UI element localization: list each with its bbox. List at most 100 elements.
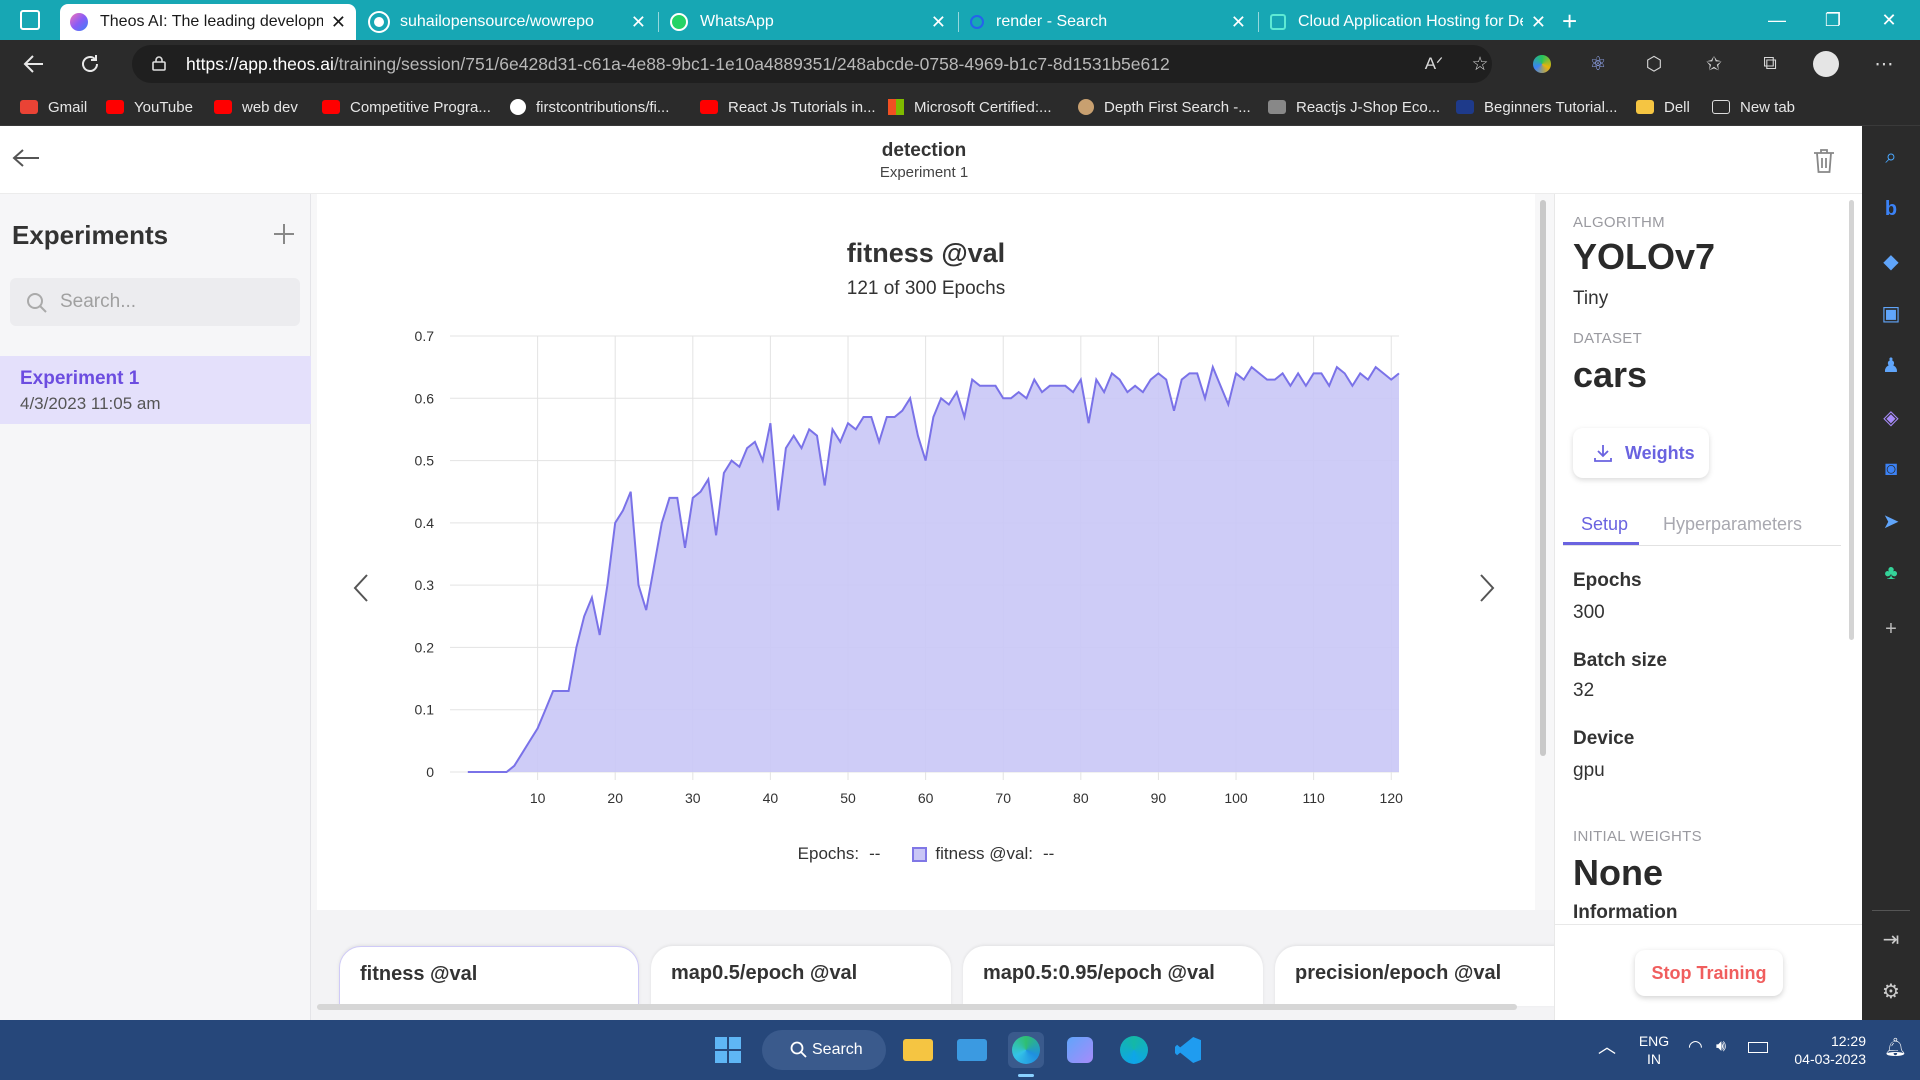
extension-react-icon[interactable]: ⚛ [1584,50,1612,78]
bookmark-gmail[interactable]: Gmail [20,96,87,118]
bookmark-web-dev[interactable]: web dev [214,96,298,118]
games-icon[interactable]: ♟ [1878,352,1904,378]
bing-icon[interactable]: b [1878,196,1904,222]
bookmark-competitive-programming[interactable]: Competitive Progra... [322,96,491,118]
search-icon[interactable]: ⌕ [1878,144,1904,170]
site-icon [1268,100,1286,114]
close-tab-icon[interactable]: ✕ [631,12,646,33]
taskbar-search-button[interactable]: Search [762,1030,886,1070]
volume-icon[interactable]: 🔊︎ [1716,1038,1726,1056]
edge-dev-icon[interactable] [1116,1032,1152,1068]
close-tab-icon[interactable]: ✕ [1231,12,1246,33]
reload-icon [82,55,98,72]
page-subtitle: Experiment 1 [879,164,969,181]
next-chart-button[interactable] [1471,564,1503,612]
details-scrollbar[interactable] [1849,200,1854,640]
search-icon [790,1041,807,1058]
close-tab-icon[interactable]: ✕ [1531,12,1546,33]
bookmark-firstcontributions[interactable]: firstcontributions/fi... [510,96,669,118]
bookmark-dfs[interactable]: Depth First Search -... [1078,96,1251,118]
address-toolbar: https://app.theos.ai/training/session/75… [0,40,1920,88]
dataset-label: DATASET [1573,330,1643,347]
field-value: gpu [1573,760,1605,781]
bookmark-folder-dell[interactable]: Dell [1636,96,1690,118]
tab-render-search[interactable]: render - Search ✕ [960,4,1256,40]
notifications-icon[interactable]: 🔔︎ [1884,1038,1907,1056]
copilot-icon[interactable] [1062,1032,1098,1068]
experiment-search-input[interactable] [10,278,300,326]
extension-colorful-icon[interactable] [1528,50,1556,78]
extensions-icon[interactable]: ⬡ [1640,50,1668,78]
chart-tab-precision[interactable]: precision/epoch @val [1275,946,1554,1006]
close-tab-icon[interactable]: ✕ [331,12,346,33]
read-aloud-icon[interactable]: Aᐟ [1420,50,1448,78]
chart-tab-map05-095[interactable]: map0.5:0.95/epoch @val [963,946,1263,1006]
previous-chart-button[interactable] [345,564,377,612]
tab-title: suhailopensource/wowrepo [400,13,594,30]
youtube-icon [322,100,340,114]
active-tab-indicator [1563,542,1639,545]
clock[interactable]: 12:29 04-03-2023 [1786,1032,1866,1068]
add-sidebar-item-icon[interactable]: + [1878,616,1904,642]
bookmark-new-tab[interactable]: New tab [1712,96,1795,118]
stop-training-button[interactable]: Stop Training [1635,950,1783,996]
vscode-icon[interactable] [1170,1032,1206,1068]
tab-hyperparameters[interactable]: Hyperparameters [1663,514,1802,535]
delete-button[interactable] [1812,148,1836,179]
tab-setup[interactable]: Setup [1581,514,1628,535]
trash-icon [1814,149,1834,173]
shopping-tag-icon[interactable]: ◆ [1878,248,1904,274]
back-button[interactable] [16,46,52,82]
field-value: 300 [1573,602,1605,623]
add-experiment-button[interactable] [270,220,298,253]
send-icon[interactable]: ➤ [1878,508,1904,534]
experiment-list-item[interactable]: Experiment 1 4/3/2023 11:05 am [0,356,311,424]
file-explorer-icon[interactable] [900,1032,936,1068]
close-window-button[interactable]: ✕ [1866,0,1912,40]
favorites-icon[interactable]: ✩ [1700,50,1728,78]
hide-sidebar-icon[interactable]: ⇥ [1878,926,1904,952]
mail-icon[interactable] [954,1032,990,1068]
windows-start-icon[interactable] [710,1032,746,1068]
minimize-button[interactable]: — [1754,0,1800,40]
bookmark-beginners-tutorial[interactable]: Beginners Tutorial... [1456,96,1617,118]
tree-icon[interactable]: ♣ [1878,560,1904,586]
more-menu-icon[interactable]: ⋯ [1870,50,1898,78]
github-icon [510,99,526,115]
bookmark-youtube[interactable]: YouTube [106,96,193,118]
y-tick-label: 0.3 [415,577,435,593]
reload-button[interactable] [72,46,108,82]
wifi-icon[interactable]: ◠ [1688,1038,1703,1056]
outlook-icon[interactable]: ◙ [1878,456,1904,482]
restore-button[interactable]: ❐ [1810,0,1856,40]
y-tick-label: 0.1 [415,702,435,718]
add-favorite-icon[interactable]: ☆ [1466,50,1494,78]
render-icon [1270,14,1286,30]
tab-actions-icon[interactable] [20,10,40,30]
tray-chevron-icon[interactable]: ︿ [1598,1038,1616,1056]
tab-whatsapp[interactable]: WhatsApp ✕ [660,4,956,40]
horizontal-scrollbar[interactable] [317,1004,1517,1010]
chart-tab-fitness[interactable]: fitness @val [339,946,639,1006]
url-bar[interactable]: https://app.theos.ai/training/session/75… [132,45,1492,83]
tab-theos[interactable]: Theos AI: The leading developme ✕ [60,4,356,40]
bookmark-jshop[interactable]: Reactjs J-Shop Eco... [1268,96,1440,118]
office-icon[interactable]: ◈ [1878,404,1904,430]
algorithm-label: ALGORITHM [1573,214,1665,231]
new-tab-button[interactable]: + [1562,6,1577,37]
language-indicator[interactable]: ENG IN [1634,1032,1674,1068]
settings-gear-icon[interactable]: ⚙ [1878,978,1904,1004]
edge-icon[interactable] [1008,1032,1044,1068]
main-vertical-scrollbar[interactable] [1540,200,1546,756]
collections-icon[interactable]: ⧉ [1756,50,1784,78]
tab-render-hosting[interactable]: Cloud Application Hosting for De ✕ [1260,4,1556,40]
chart-tab-map05[interactable]: map0.5/epoch @val [651,946,951,1006]
close-tab-icon[interactable]: ✕ [931,12,946,33]
bookmark-react-tutorials[interactable]: React Js Tutorials in... [700,96,876,118]
tools-icon[interactable]: ▣ [1878,300,1904,326]
profile-avatar[interactable] [1812,50,1840,78]
battery-icon[interactable] [1748,1042,1768,1053]
bookmark-microsoft-certified[interactable]: Microsoft Certified:... [888,96,1052,118]
weights-download-button[interactable]: Weights [1573,428,1709,478]
tab-github[interactable]: suhailopensource/wowrepo ✕ [360,4,656,40]
